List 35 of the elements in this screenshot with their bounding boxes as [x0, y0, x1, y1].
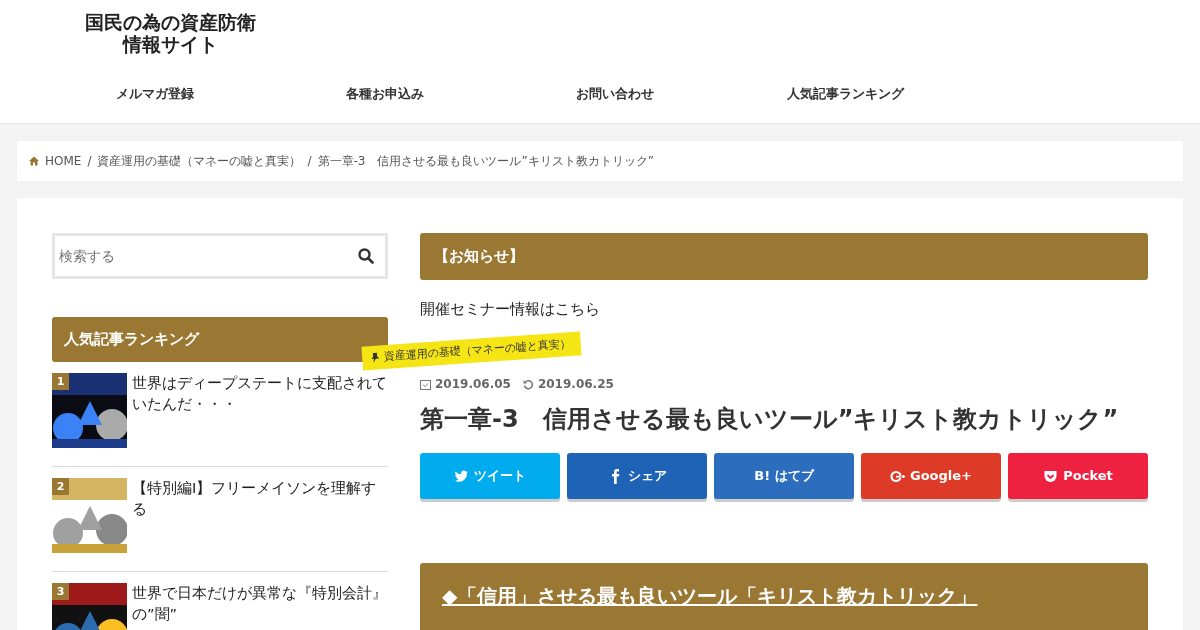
site-logo[interactable]: 国民の為の資産防衛 情報サイト — [50, 0, 290, 56]
rank-number: 3 — [52, 582, 69, 600]
article-title: 第一章-3 信用させる最も良いツール”キリスト教カトリック” — [420, 404, 1120, 435]
pocket-icon — [1043, 468, 1059, 484]
nav-link[interactable]: メルマガ登録 — [40, 83, 270, 104]
nav-link[interactable]: 人気記事ランキング — [730, 83, 960, 104]
rank-number: 1 — [52, 372, 69, 390]
notice-link[interactable]: 開催セミナー情報はこちら — [420, 297, 600, 320]
updated-date: 2019.06.25 — [537, 376, 614, 393]
search-field[interactable]: 検索する — [52, 233, 388, 279]
publish-date: 2019.06.05 — [435, 376, 511, 393]
nav-link[interactable]: お問い合わせ — [500, 83, 730, 104]
notice-heading: 【お知らせ】 — [420, 233, 1148, 280]
share-button[interactable]: シェア — [567, 453, 707, 499]
nav-link[interactable]: 各種お申込み — [270, 83, 500, 104]
rank-number: 2 — [52, 477, 69, 495]
home-icon — [29, 156, 39, 166]
bird-icon — [454, 468, 469, 484]
breadcrumb-separator: / — [307, 153, 312, 170]
category-tag[interactable]: 資産運用の基礎（マネーの嘘と真実） — [361, 331, 582, 371]
article-link[interactable]: 【特別編Ⅰ】フリーメイソンを理解する — [132, 477, 388, 553]
calendar-icon — [420, 378, 431, 390]
breadcrumb-link[interactable]: 資産運用の基礎（マネーの嘘と真実） — [97, 152, 302, 170]
share-button[interactable]: Pocket — [1008, 453, 1148, 499]
article-link[interactable]: 世界はディープステートに支配されていたんだ・・・ — [132, 372, 388, 448]
pin-icon — [369, 352, 381, 364]
article-link[interactable]: 世界で日本だけが異常な『特別会計』の”闇” — [132, 582, 388, 630]
refresh-icon — [522, 378, 534, 390]
share-button[interactable]: B! はてブ — [714, 453, 854, 499]
breadcrumb-separator: / — [87, 153, 92, 170]
google-plus-icon — [890, 468, 905, 484]
search-icon[interactable] — [358, 248, 374, 264]
share-button[interactable]: Google+ — [861, 453, 1001, 499]
breadcrumb-current: 第一章-3 信用させる最も良いツール”キリスト教カトリック” — [317, 153, 654, 170]
breadcrumb-link[interactable]: HOME — [45, 152, 82, 170]
